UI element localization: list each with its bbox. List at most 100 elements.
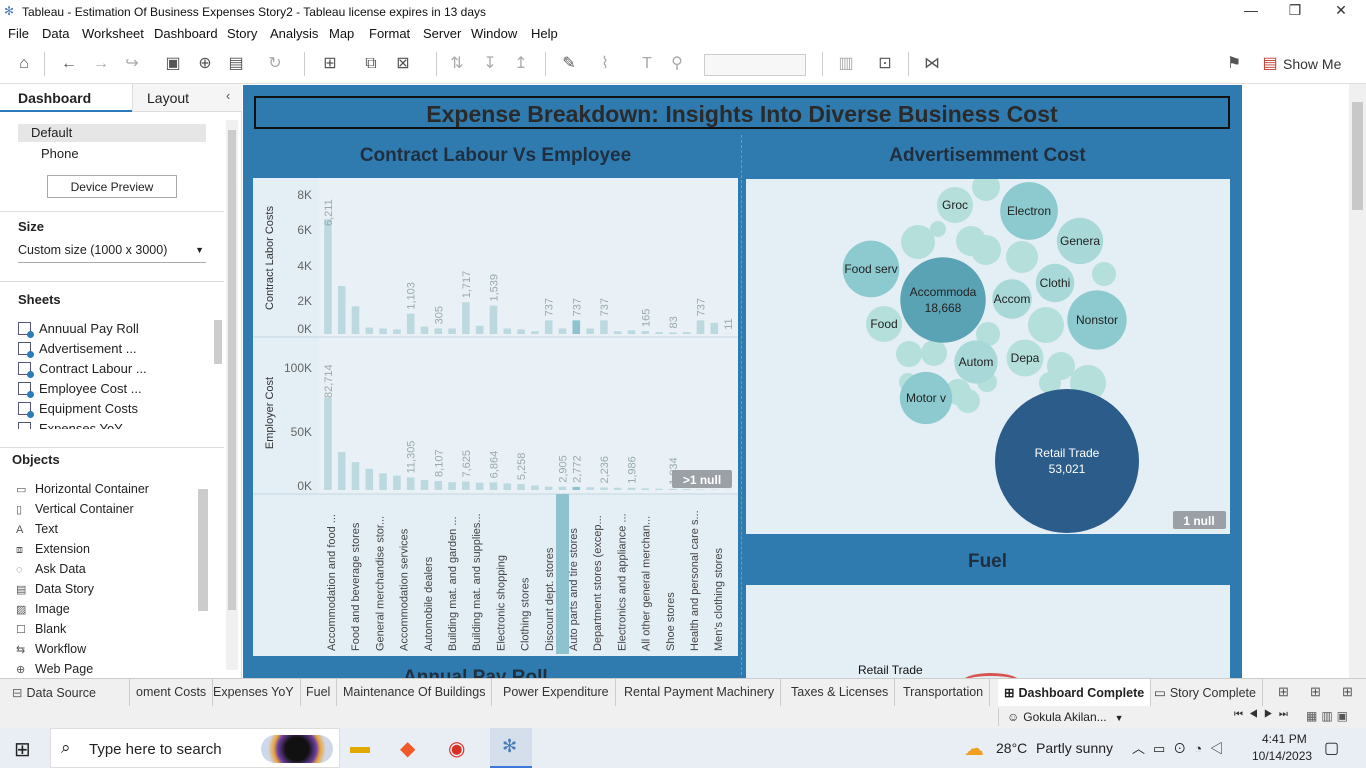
tab-data-source[interactable]: ⊟ Data Source	[6, 679, 130, 706]
device-preview-button[interactable]: Device Preview	[47, 175, 177, 198]
contract-bar	[600, 320, 608, 334]
menu-file[interactable]: File	[8, 26, 29, 41]
menu-help[interactable]: Help	[531, 26, 558, 41]
redo-icon[interactable]: ↪	[122, 54, 142, 74]
forward-icon[interactable]: →	[91, 54, 111, 74]
presentation-icon[interactable]: ⊡	[875, 54, 895, 74]
object-vertical-container[interactable]: ▯ Vertical Container	[16, 502, 134, 516]
sheet-item[interactable]: Contract Labour ...	[18, 361, 147, 378]
left-scrollbar[interactable]	[226, 120, 238, 670]
menu-map[interactable]: Map	[329, 26, 354, 41]
menu-dashboard[interactable]: Dashboard	[154, 26, 218, 41]
format-painter-icon[interactable]: ⚑	[1224, 54, 1244, 74]
file-explorer-icon[interactable]: ▬	[350, 736, 370, 759]
sheet-nav-icons[interactable]: ⏮◀▶⏭	[1234, 709, 1294, 720]
weather-icon[interactable]: ☁	[964, 736, 984, 761]
save-icon[interactable]: ▣	[163, 54, 183, 74]
tab-sheet[interactable]: oment Costs	[130, 679, 214, 706]
weather-text[interactable]: Partly sunny	[1036, 740, 1113, 756]
object-text[interactable]: A Text	[16, 522, 58, 536]
new-story-tab-icon[interactable]: ⊞	[1342, 684, 1353, 700]
tab-dashboard[interactable]: Dashboard	[0, 84, 132, 112]
category-label: Building mat. and garden ...	[447, 516, 459, 651]
user-menu[interactable]: ☺ Gokula Akilan... ▼	[998, 708, 1124, 726]
bubble-small	[971, 235, 1001, 265]
sort-asc-icon[interactable]: ↧	[480, 54, 500, 74]
tab-dashboard-complete[interactable]: ⊞ Dashboard Complete	[998, 679, 1152, 706]
tab-sheet[interactable]: Expenses YoY	[207, 679, 301, 706]
device-phone[interactable]: Phone	[41, 146, 79, 161]
tab-sheet[interactable]: Taxes & Licenses	[785, 679, 896, 706]
object-extension[interactable]: ⧈ Extension	[16, 542, 90, 557]
object-image[interactable]: ▨ Image	[16, 602, 70, 616]
menu-analysis[interactable]: Analysis	[270, 26, 318, 41]
new-datasource-icon[interactable]: ⊕	[195, 54, 215, 74]
view-toggle-icons[interactable]: ▦▥▣	[1306, 709, 1352, 723]
swap-icon[interactable]: ⇅	[447, 54, 467, 74]
sheet-item[interactable]: Advertisement ...	[18, 341, 137, 358]
show-me-icon[interactable]: ▤	[1260, 54, 1280, 74]
group-icon[interactable]: ⌇	[595, 54, 615, 74]
tab-sheet[interactable]: Power Expenditure	[497, 679, 616, 706]
back-icon[interactable]: ←	[59, 54, 79, 74]
object-horizontal-container[interactable]: ▭ Horizontal Container	[16, 482, 149, 496]
show-cards-icon[interactable]: ▥	[836, 54, 856, 74]
sheets-scrollbar[interactable]	[214, 320, 222, 364]
duplicate-icon[interactable]: ⧉	[361, 54, 381, 74]
minimize-icon[interactable]: —	[1236, 2, 1266, 22]
menu-data[interactable]: Data	[42, 26, 69, 41]
tab-sheet[interactable]: Fuel	[300, 679, 338, 706]
sheet-item[interactable]: Annuual Pay Roll	[18, 321, 139, 338]
objects-scrollbar[interactable]	[198, 489, 208, 611]
tableau-taskbar-item[interactable]: ✻	[490, 728, 532, 768]
show-me-button[interactable]: Show Me	[1283, 56, 1341, 72]
object-workflow[interactable]: ⇆ Workflow	[16, 642, 86, 656]
home-icon[interactable]: ⌂	[14, 54, 34, 74]
tab-story-complete[interactable]: ▭ Story Complete	[1148, 679, 1263, 706]
sort-desc-icon[interactable]: ↥	[511, 54, 531, 74]
menu-window[interactable]: Window	[471, 26, 517, 41]
new-worksheet-tab-icon[interactable]: ⊞	[1278, 684, 1289, 700]
highlight-icon[interactable]: ✎	[559, 54, 579, 74]
chrome-icon[interactable]: ◉	[448, 736, 465, 761]
sheet-item[interactable]: Employee Cost ...	[18, 381, 142, 398]
tab-sheet[interactable]: Rental Payment Machinery	[618, 679, 782, 706]
close-icon[interactable]: ✕	[1326, 2, 1356, 22]
share-icon[interactable]: ⋈	[922, 54, 942, 74]
clock-time[interactable]: 4:41 PM	[1262, 732, 1307, 746]
new-dashboard-tab-icon[interactable]: ⊞	[1310, 684, 1321, 700]
menu-story[interactable]: Story	[227, 26, 257, 41]
system-tray-icons[interactable]: ︿▭⊙◔◁	[1132, 738, 1231, 757]
pause-updates-icon[interactable]: ▤	[226, 54, 246, 74]
label-icon[interactable]: T	[637, 54, 657, 74]
object-web-page[interactable]: ⊕ Web Page	[16, 662, 93, 676]
pin-icon[interactable]: ⚲	[667, 54, 687, 74]
refresh-icon[interactable]: ↻	[265, 54, 285, 74]
menu-worksheet[interactable]: Worksheet	[82, 26, 144, 41]
notification-icon[interactable]: ▢	[1324, 738, 1339, 758]
sheet-item[interactable]: Equipment Costs	[18, 401, 138, 418]
brave-icon[interactable]: ◆	[400, 736, 415, 761]
size-dropdown[interactable]: Custom size (1000 x 3000) ▼	[18, 243, 206, 263]
new-worksheet-icon[interactable]: ⊞	[320, 54, 340, 74]
object-blank[interactable]: ☐ Blank	[16, 622, 66, 636]
device-default[interactable]: Default	[18, 124, 206, 142]
menu-format[interactable]: Format	[369, 26, 410, 41]
collapse-pane-icon[interactable]: ‹	[226, 88, 230, 103]
tab-sheet[interactable]: Transportation	[897, 679, 991, 706]
object-data-story[interactable]: ▤ Data Story	[16, 582, 94, 596]
menu-server[interactable]: Server	[423, 26, 461, 41]
employer-bar	[337, 452, 346, 490]
windows-start-icon[interactable]: ⊞	[14, 737, 31, 762]
taskbar-search[interactable]: ⌕ Type here to search	[50, 728, 340, 768]
contract-bar-label: 165	[640, 309, 652, 327]
clock-date[interactable]: 10/14/2023	[1252, 749, 1312, 763]
restore-icon[interactable]: ❐	[1280, 2, 1310, 22]
object-ask-data[interactable]: ◌ Ask Data	[16, 562, 86, 576]
fit-dropdown[interactable]	[704, 54, 806, 76]
tab-sheet[interactable]: Maintenance Of Buildings	[337, 679, 493, 706]
clear-sheet-icon[interactable]: ⊠	[393, 54, 413, 74]
sheet-item[interactable]: Expenses YoY	[18, 421, 123, 429]
canvas-scrollbar[interactable]	[1349, 84, 1366, 678]
weather-temp[interactable]: 28°C	[996, 740, 1027, 756]
